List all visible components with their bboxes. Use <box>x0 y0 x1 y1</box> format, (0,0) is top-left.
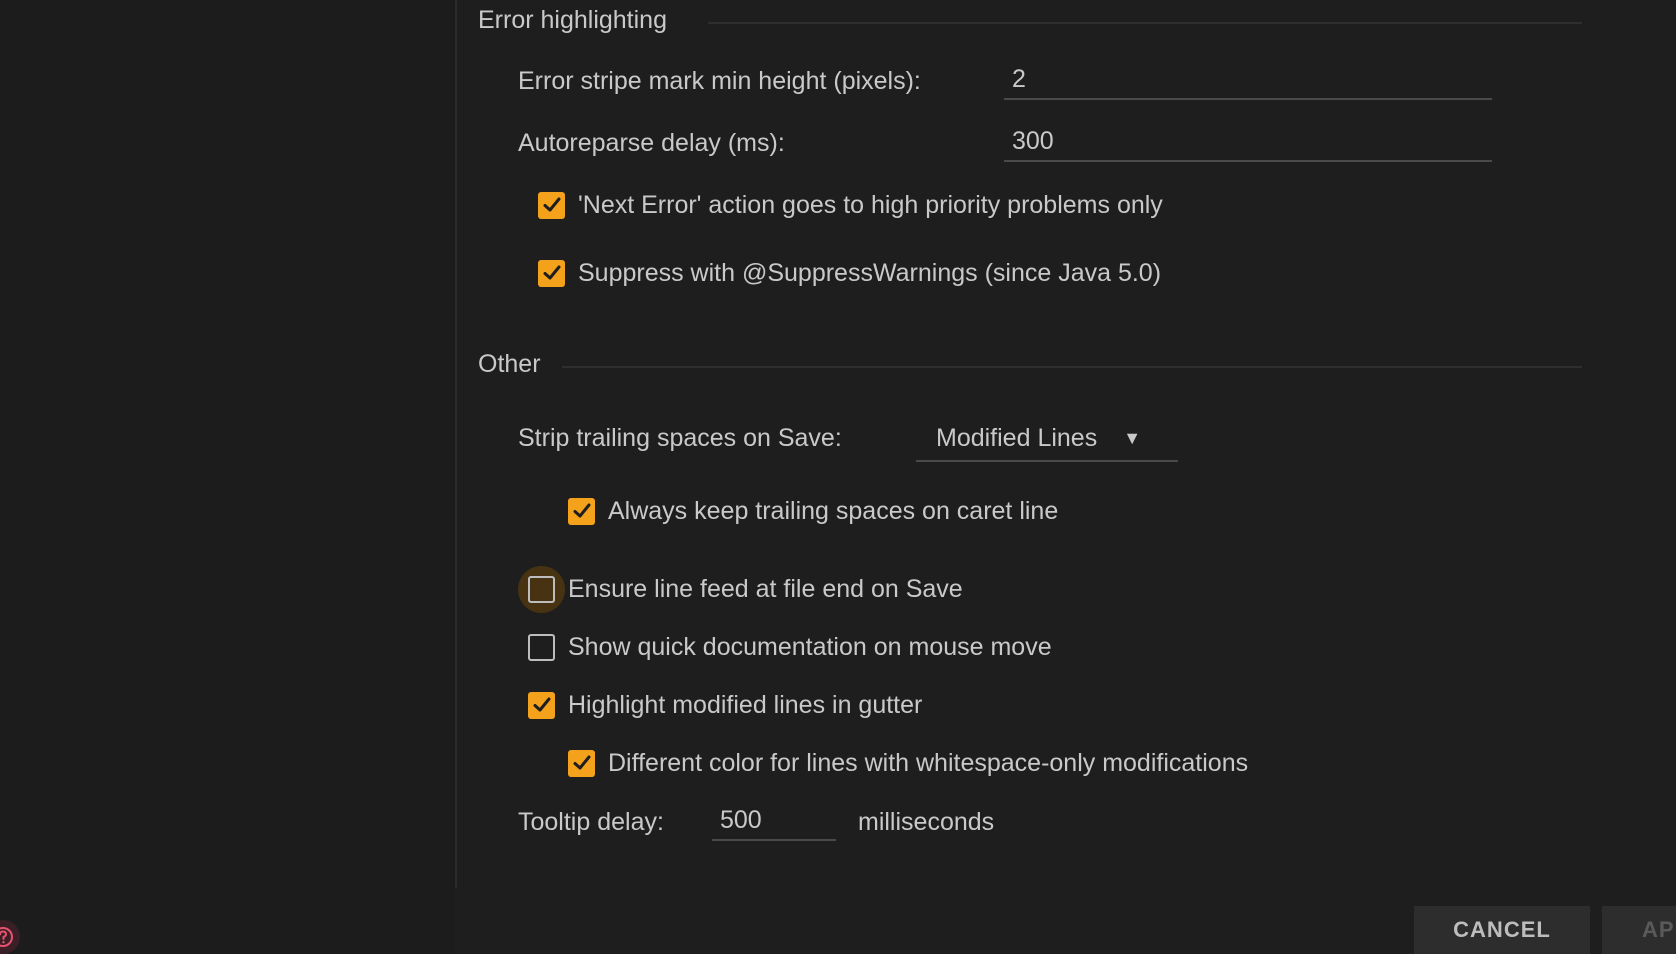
checkmark-icon[interactable] <box>538 259 565 287</box>
settings-sidebar <box>0 0 455 954</box>
checkmark-icon[interactable] <box>568 497 595 525</box>
apply-button[interactable]: AP <box>1602 906 1676 954</box>
checkmark-icon[interactable] <box>528 691 555 719</box>
line-feed-label: Ensure line feed at file end on Save <box>568 574 963 603</box>
next-error-label: 'Next Error' action goes to high priorit… <box>578 190 1163 219</box>
cancel-button[interactable]: CANCEL <box>1414 906 1590 954</box>
tooltip-unit-label: milliseconds <box>858 808 995 836</box>
whitespace-color-checkbox-row[interactable]: Different color for lines with whitespac… <box>568 745 1248 781</box>
section-title-other: Other <box>478 350 541 378</box>
section-separator <box>562 366 1582 368</box>
dropdown-arrow-icon: ▼ <box>1123 427 1142 448</box>
tooltip-delay-label: Tooltip delay: <box>518 808 664 836</box>
whitespace-color-label: Different color for lines with whitespac… <box>608 748 1249 777</box>
sidebar-divider <box>455 0 457 888</box>
keep-trailing-label: Always keep trailing spaces on caret lin… <box>608 496 1059 525</box>
suppress-warnings-checkbox-row[interactable]: Suppress with @SuppressWarnings (since J… <box>538 255 1161 291</box>
checkbox-unchecked-icon[interactable] <box>528 575 555 603</box>
suppress-warnings-label: Suppress with @SuppressWarnings (since J… <box>578 258 1162 287</box>
highlight-modified-label: Highlight modified lines in gutter <box>568 690 923 719</box>
error-stripe-input[interactable]: 2 <box>1004 62 1492 100</box>
settings-window: Error highlighting Error stripe mark min… <box>0 0 1676 954</box>
keep-trailing-checkbox-row[interactable]: Always keep trailing spaces on caret lin… <box>568 493 1058 529</box>
checkmark-icon[interactable] <box>568 749 595 777</box>
strip-trailing-value: Modified Lines <box>936 423 1098 452</box>
checkbox-unchecked-icon[interactable] <box>528 633 555 661</box>
strip-trailing-dropdown[interactable]: Modified Lines ▼ <box>916 416 1178 462</box>
tooltip-delay-input[interactable]: 500 <box>712 803 836 841</box>
checkmark-icon[interactable] <box>538 191 565 219</box>
autoreparse-label: Autoreparse delay (ms): <box>518 129 785 157</box>
highlight-modified-checkbox-row[interactable]: Highlight modified lines in gutter <box>528 687 922 723</box>
autoreparse-input[interactable]: 300 <box>1004 124 1492 162</box>
next-error-checkbox-row[interactable]: 'Next Error' action goes to high priorit… <box>538 187 1163 223</box>
section-title-error-highlighting: Error highlighting <box>478 6 667 34</box>
line-feed-checkbox-row[interactable]: Ensure line feed at file end on Save <box>518 565 963 613</box>
quick-doc-checkbox-row[interactable]: Show quick documentation on mouse move <box>528 629 1052 665</box>
section-separator <box>708 22 1582 24</box>
strip-trailing-label: Strip trailing spaces on Save: <box>518 424 842 452</box>
error-stripe-label: Error stripe mark min height (pixels): <box>518 67 921 95</box>
quick-doc-label: Show quick documentation on mouse move <box>568 632 1052 661</box>
